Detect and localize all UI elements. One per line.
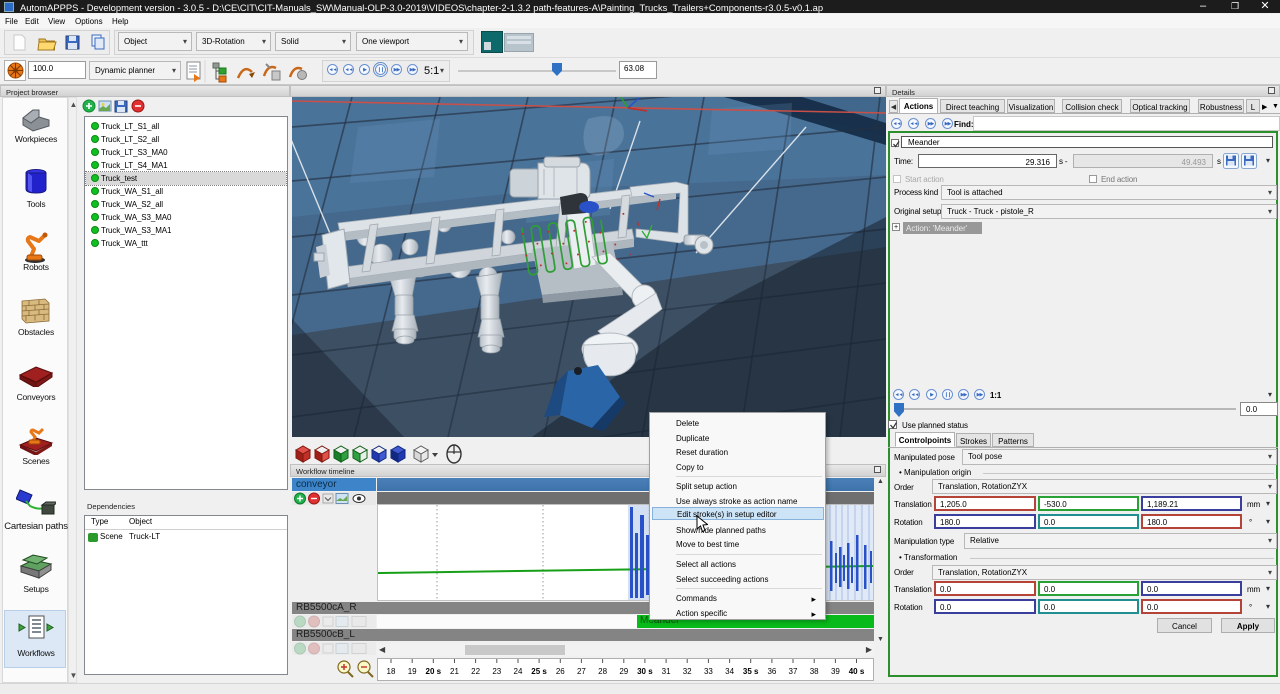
svg-text:32: 32 bbox=[683, 667, 692, 676]
svg-text:33: 33 bbox=[704, 667, 713, 676]
svg-text:28: 28 bbox=[598, 667, 607, 676]
svg-text:27: 27 bbox=[577, 667, 586, 676]
svg-text:38: 38 bbox=[810, 667, 819, 676]
svg-text:31: 31 bbox=[662, 667, 671, 676]
svg-text:23: 23 bbox=[492, 667, 501, 676]
svg-text:21: 21 bbox=[450, 667, 459, 676]
svg-text:20 s: 20 s bbox=[426, 667, 442, 676]
svg-text:39: 39 bbox=[831, 667, 840, 676]
svg-text:40 s: 40 s bbox=[849, 667, 865, 676]
svg-text:24: 24 bbox=[514, 667, 523, 676]
svg-text:37: 37 bbox=[789, 667, 798, 676]
svg-text:25 s: 25 s bbox=[531, 667, 547, 676]
svg-text:22: 22 bbox=[471, 667, 480, 676]
svg-text:26: 26 bbox=[556, 667, 565, 676]
svg-text:34: 34 bbox=[725, 667, 734, 676]
svg-text:30 s: 30 s bbox=[637, 667, 653, 676]
svg-text:18: 18 bbox=[387, 667, 396, 676]
svg-text:19: 19 bbox=[408, 667, 417, 676]
svg-text:29: 29 bbox=[619, 667, 628, 676]
svg-text:35 s: 35 s bbox=[743, 667, 759, 676]
svg-text:36: 36 bbox=[767, 667, 776, 676]
